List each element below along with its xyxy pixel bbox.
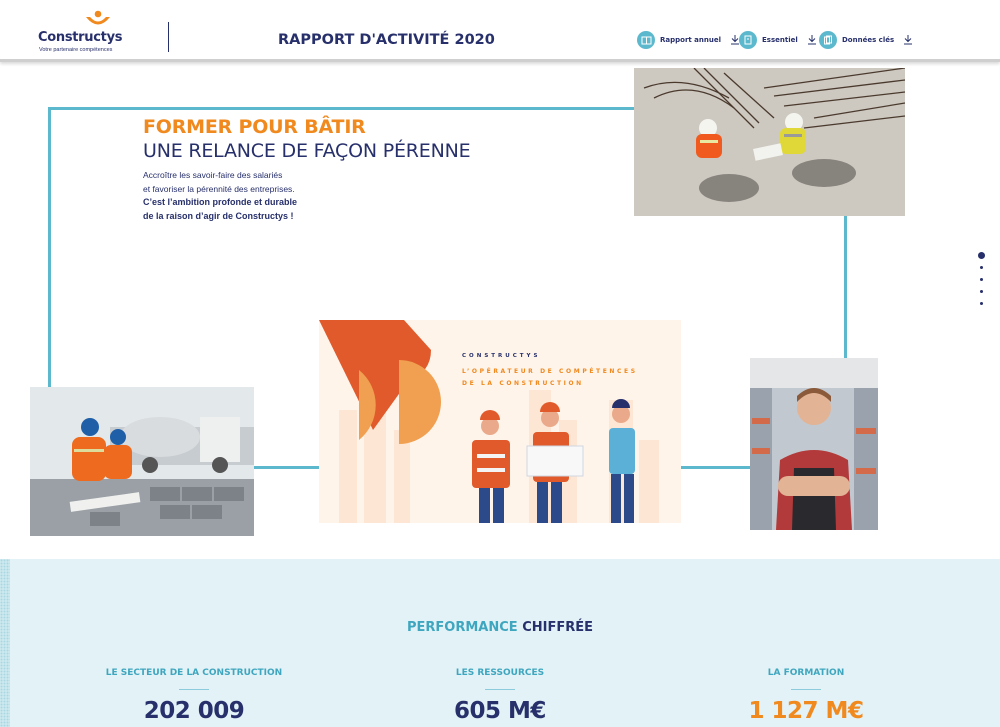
performance-title-a: PERFORMANCE [407,620,518,635]
hero-text-line: et favoriser la pérennité des entreprise… [143,184,295,194]
illustration-brand: CONSTRUCTYS [462,353,541,359]
pager-dot[interactable] [978,252,985,259]
pager-dot[interactable] [980,302,983,305]
hero-title: UNE RELANCE DE FAÇON PÉRENNE [143,140,471,162]
dotted-strip [0,559,10,727]
header-divider [168,22,169,52]
download-arrow-icon [904,35,913,45]
stat-ressources: LES RESSOURCES 605 M€ [350,668,650,724]
pages-icon [819,31,837,49]
pager-dot[interactable] [980,266,983,269]
download-label: Données clés [842,36,895,44]
download-arrow-icon [807,35,816,45]
hero-text-line: Accroître les savoir-faire des salariés [143,170,283,180]
photo-workers-site [30,387,254,536]
document-icon [739,31,757,49]
logo-tagline: Votre partenaire compétences [39,47,113,53]
logo-mark-icon [86,10,110,25]
pager-dot[interactable] [980,278,983,281]
section-pager [977,252,987,312]
pager-dot[interactable] [980,290,983,293]
stat-rule [179,689,209,690]
stat-value: 605 M€ [454,698,546,724]
download-donnees-cles[interactable]: Données clés [819,31,913,49]
logo-wordmark: Constructys [38,30,123,45]
hero-text-bold: C’est l’ambition profonde et durable [143,197,298,207]
download-label: Rapport annuel [660,36,722,44]
book-icon [637,31,655,49]
stat-rule [485,689,515,690]
stat-rule [791,689,821,690]
stat-label: LES RESSOURCES [455,668,545,678]
stat-label: LE SECTEUR DE LA CONSTRUCTION [105,668,283,678]
stat-label: LA FORMATION [767,668,845,678]
performance-title-b: CHIFFRÉE [522,620,593,635]
photo-worker-portrait [750,358,878,530]
stat-formation: LA FORMATION 1 127 M€ [656,668,956,724]
photo-workers-rebar [634,68,905,216]
page-title: RAPPORT D'ACTIVITÉ 2020 [278,32,495,48]
illustration-subtitle: L’OPÉRATEUR DE COMPÉTENCES [462,368,638,375]
illustration-subtitle: DE LA CONSTRUCTION [462,380,584,387]
stat-construction: LE SECTEUR DE LA CONSTRUCTION 202 009 [44,668,344,724]
hero-text-bold: de la raison d’agir de Constructys ! [143,211,294,221]
download-label: Essentiel [762,36,798,44]
download-rapport-annuel[interactable]: Rapport annuel [637,31,740,49]
performance-title: PERFORMANCE CHIFFRÉE [0,620,1000,635]
hero-kicker: FORMER POUR BÂTIR [143,116,366,138]
illustration-workers [319,320,681,523]
stat-value: 202 009 [143,698,245,724]
stat-value: 1 127 M€ [748,698,864,724]
constructys-logo[interactable]: Constructys Votre partenaire compétences [38,10,158,54]
site-header: Constructys Votre partenaire compétences… [0,0,1000,62]
download-essentiel[interactable]: Essentiel [739,31,817,49]
